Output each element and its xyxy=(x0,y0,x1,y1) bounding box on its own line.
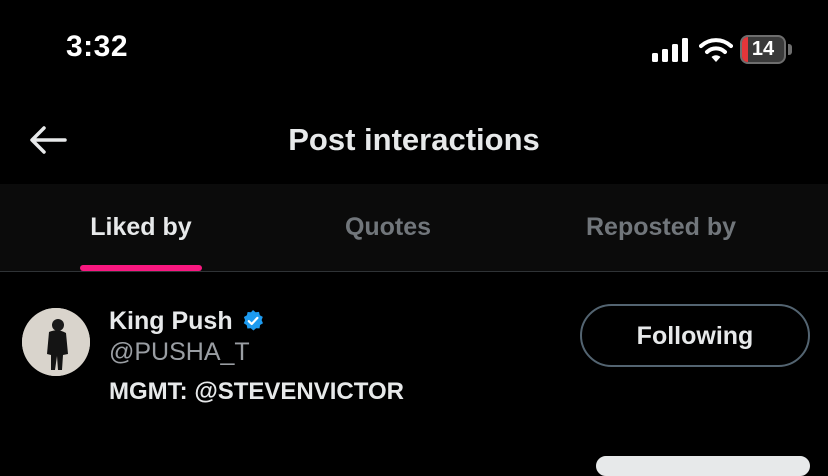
display-name: King Push xyxy=(109,306,233,335)
tab-label: Reposted by xyxy=(585,213,737,241)
avatar-image xyxy=(22,308,90,376)
avatar[interactable] xyxy=(22,308,90,376)
next-follow-button-peek[interactable] xyxy=(596,456,810,476)
tab-quotes[interactable]: Quotes xyxy=(282,184,494,272)
tab-reposted-by[interactable]: Reposted by xyxy=(494,184,828,272)
status-time: 3:32 xyxy=(66,30,129,63)
tab-bar: Liked by Quotes Reposted by xyxy=(0,184,828,272)
user-bio: MGMT: @STEVENVICTOR xyxy=(109,378,404,405)
display-name-row: King Push xyxy=(109,306,265,336)
following-button[interactable]: Following xyxy=(580,304,810,367)
tab-label: Liked by xyxy=(90,213,192,241)
battery-nub xyxy=(788,44,792,55)
active-tab-indicator xyxy=(80,265,202,271)
user-list-item[interactable]: King Push @PUSHA_T MGMT: @STEVENVICTOR F… xyxy=(0,272,828,462)
wifi-icon xyxy=(699,38,733,62)
signal-icon xyxy=(652,38,688,62)
tab-label: Quotes xyxy=(344,213,432,241)
tab-liked-by[interactable]: Liked by xyxy=(0,184,282,272)
status-bar: 3:32 14 xyxy=(0,0,828,100)
header: Post interactions xyxy=(0,100,828,184)
page-title: Post interactions xyxy=(288,122,540,157)
battery-icon: 14 xyxy=(740,35,793,64)
user-handle: @PUSHA_T xyxy=(109,338,250,366)
battery-level: 14 xyxy=(751,38,775,60)
verified-badge-icon xyxy=(243,310,263,331)
